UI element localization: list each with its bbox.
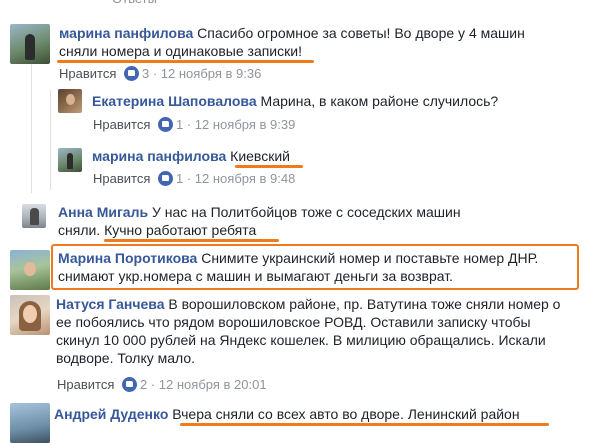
like-icon — [158, 117, 173, 132]
comment-text: Вчера сняли со всех авто во дворе. Ленин… — [172, 406, 520, 422]
avatar-figure — [25, 34, 35, 60]
comment-text: Спасибо огромное за советы! Во дворе у 4… — [197, 25, 525, 41]
comment-text: Киевский — [230, 148, 290, 164]
avatar[interactable] — [10, 403, 50, 443]
comment-author[interactable]: Анна Мигаль — [58, 204, 148, 220]
highlight-underline — [104, 239, 279, 242]
comment-date[interactable]: 12 ноября в 20:01 — [159, 377, 267, 392]
comment-text: В ворошиловском районе, пр. Ватутина тож… — [168, 296, 561, 312]
comment-text: Снимите украинский номер и поставьте ном… — [201, 250, 539, 266]
avatar[interactable] — [22, 204, 46, 228]
like-count: 1 — [176, 117, 184, 132]
avatar[interactable] — [58, 89, 82, 113]
comment-text: Марина, в каком районе случилось? — [260, 93, 499, 109]
like-count: 3 — [142, 66, 150, 81]
avatar-figure — [67, 153, 73, 169]
avatar-face — [24, 262, 36, 276]
like-count: 1 — [176, 171, 184, 186]
comment-date[interactable]: 12 ноября в 9:36 — [161, 66, 262, 81]
like-count: 2 — [140, 377, 148, 392]
highlight-underline — [180, 423, 549, 426]
comment-text-4: водворе. Толку мало. — [56, 350, 196, 366]
avatar-face — [66, 94, 75, 105]
like-link[interactable]: Нравится — [57, 377, 114, 392]
comment-author[interactable]: марина панфилова — [59, 25, 193, 41]
comment-text-2: сняли номера и одинаковые записки! — [59, 43, 302, 59]
comment-author[interactable]: Андрей Дуденко — [54, 406, 168, 422]
like-icon — [122, 377, 137, 392]
like-icon — [124, 66, 139, 81]
comment-text-3: скинул 10 000 рублей на Яндекс кошелек. … — [56, 332, 546, 348]
like-link[interactable]: Нравится — [93, 117, 150, 132]
comment-text-2: снимают укр.номера с машин и вымагают де… — [58, 268, 453, 284]
comment-author[interactable]: Натуся Ганчева — [56, 296, 165, 312]
comment-text-2: ее побоялись что рядом ворошиловское РОВ… — [56, 314, 531, 330]
comment-date[interactable]: 12 ноября в 9:39 — [195, 117, 296, 132]
highlight-underline — [235, 165, 303, 168]
thread-line-reply — [50, 90, 51, 190]
avatar[interactable] — [10, 24, 50, 64]
avatar[interactable] — [10, 250, 50, 290]
comment-author[interactable]: марина панфилова — [92, 148, 226, 164]
comment-author[interactable]: Марина Поротикова — [58, 250, 197, 266]
avatar-figure — [30, 208, 39, 225]
avatar[interactable] — [58, 148, 82, 172]
avatar[interactable] — [10, 295, 50, 335]
top-fragment: Ответы — [112, 0, 157, 8]
highlight-underline — [57, 60, 314, 63]
comment-text: У нас на Политбойцов тоже с соседских ма… — [151, 204, 461, 220]
comment-author[interactable]: Екатерина Шаповалова — [92, 93, 257, 109]
like-icon — [158, 171, 173, 186]
like-link[interactable]: Нравится — [93, 171, 150, 186]
avatar-face — [23, 305, 37, 323]
comment-date[interactable]: 12 ноября в 9:48 — [195, 171, 296, 186]
like-link[interactable]: Нравится — [59, 66, 116, 81]
comment-text-2: сняли. Кучно работают ребята — [58, 222, 257, 238]
